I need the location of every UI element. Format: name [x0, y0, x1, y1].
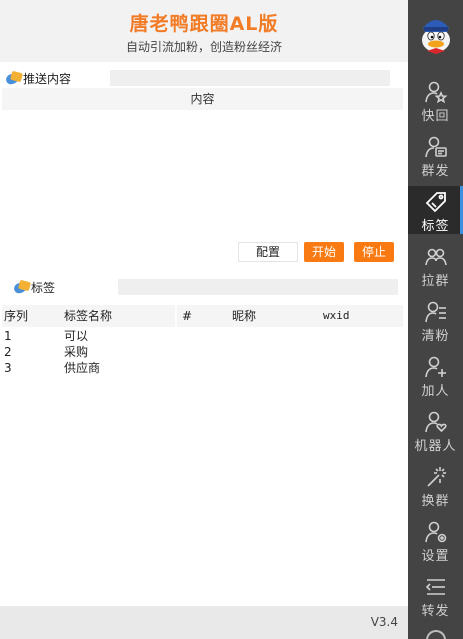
- nav-tags[interactable]: 标签: [408, 186, 463, 234]
- row-index: 2: [4, 345, 12, 359]
- push-content-label-text: 推送内容: [23, 72, 72, 86]
- nav-label: 设置: [421, 549, 450, 564]
- status-bar: V3.4: [0, 606, 408, 639]
- chat-bubbles-icon: [12, 279, 31, 295]
- row-index: 1: [4, 329, 12, 343]
- tag-list: 1 可以 2 采购 3 供应商: [0, 328, 400, 376]
- nav-robot[interactable]: 机器人: [408, 406, 463, 454]
- nav-label: 加人: [421, 384, 450, 399]
- nav-label: 群发: [421, 164, 450, 179]
- nav-add-people[interactable]: 加人: [408, 351, 463, 399]
- nav-switch-group[interactable]: 换群: [408, 461, 463, 509]
- chat-bubbles-icon: [4, 70, 23, 86]
- start-button[interactable]: 开始: [304, 242, 344, 262]
- tag-table-header: 序列 标签名称: [2, 305, 175, 327]
- content-column-header: 内容: [2, 88, 403, 110]
- nav-clean-fans[interactable]: 清粉: [408, 296, 463, 344]
- more-nav-icon: [426, 630, 446, 639]
- nav-label: 机器人: [414, 439, 457, 454]
- group-icon: [425, 248, 447, 266]
- tag-section-label: 标签: [12, 279, 56, 296]
- table-row[interactable]: 3 供应商: [0, 360, 400, 376]
- nav-label: 标签: [421, 219, 450, 234]
- app-subtitle: 自动引流加粉，创造粉丝经济: [125, 40, 282, 54]
- tag-section-bar: [118, 279, 398, 295]
- row-tag-name: 可以: [64, 329, 89, 343]
- config-button[interactable]: 配置: [238, 242, 298, 262]
- nav-forward[interactable]: 转发: [408, 571, 463, 619]
- row-tag-name: 供应商: [64, 361, 101, 375]
- person-message-icon: [425, 136, 447, 158]
- nav-quick-reply[interactable]: 快回: [408, 76, 463, 124]
- col-wxid: wxid: [323, 309, 350, 322]
- nav-settings[interactable]: 设置: [408, 516, 463, 564]
- tag-section-label-text: 标签: [31, 281, 56, 295]
- col-index: 序列: [4, 309, 29, 323]
- forward-list-icon: [425, 579, 445, 595]
- row-tag-name: 采购: [64, 345, 89, 359]
- avatar: [422, 20, 450, 54]
- person-list-icon: [425, 301, 446, 323]
- nav-label: 清粉: [421, 329, 450, 344]
- member-table-header: # 昵称 wxid: [177, 305, 403, 327]
- magic-wand-icon: [427, 467, 446, 487]
- sidebar: 快回 群发 标签 拉群 清粉 加人 机器人 换群 设置 转发: [408, 0, 463, 639]
- table-row[interactable]: 2 采购: [0, 344, 400, 360]
- nav-pull-group[interactable]: 拉群: [408, 241, 463, 289]
- person-add-icon: [425, 356, 446, 378]
- push-content-bar: [110, 70, 390, 86]
- tag-icon: [425, 192, 446, 213]
- person-gear-icon: [425, 521, 447, 543]
- col-hash: #: [182, 309, 193, 323]
- nav-label: 拉群: [421, 274, 450, 289]
- col-tag-name: 标签名称: [64, 309, 113, 323]
- table-row[interactable]: 1 可以: [0, 328, 400, 344]
- version-label: V3.4: [370, 615, 398, 629]
- content-list[interactable]: [2, 110, 403, 236]
- person-star-icon: [425, 81, 448, 104]
- app-header: 唐老鸭跟圈AL版 自动引流加粉，创造粉丝经济: [0, 0, 408, 62]
- nav-label: 转发: [421, 604, 450, 619]
- col-nickname: 昵称: [232, 309, 257, 323]
- nav-label: 换群: [421, 494, 450, 509]
- app-window: 唐老鸭跟圈AL版 自动引流加粉，创造粉丝经济 推送内容 内容 配置 开始 停止 …: [0, 0, 463, 639]
- row-index: 3: [4, 361, 12, 375]
- app-title: 唐老鸭跟圈AL版: [129, 13, 279, 35]
- person-heart-icon: [425, 411, 447, 433]
- nav-label: 快回: [421, 109, 450, 124]
- push-content-label: 推送内容: [4, 70, 72, 87]
- stop-button[interactable]: 停止: [354, 242, 394, 262]
- nav-mass-send[interactable]: 群发: [408, 131, 463, 179]
